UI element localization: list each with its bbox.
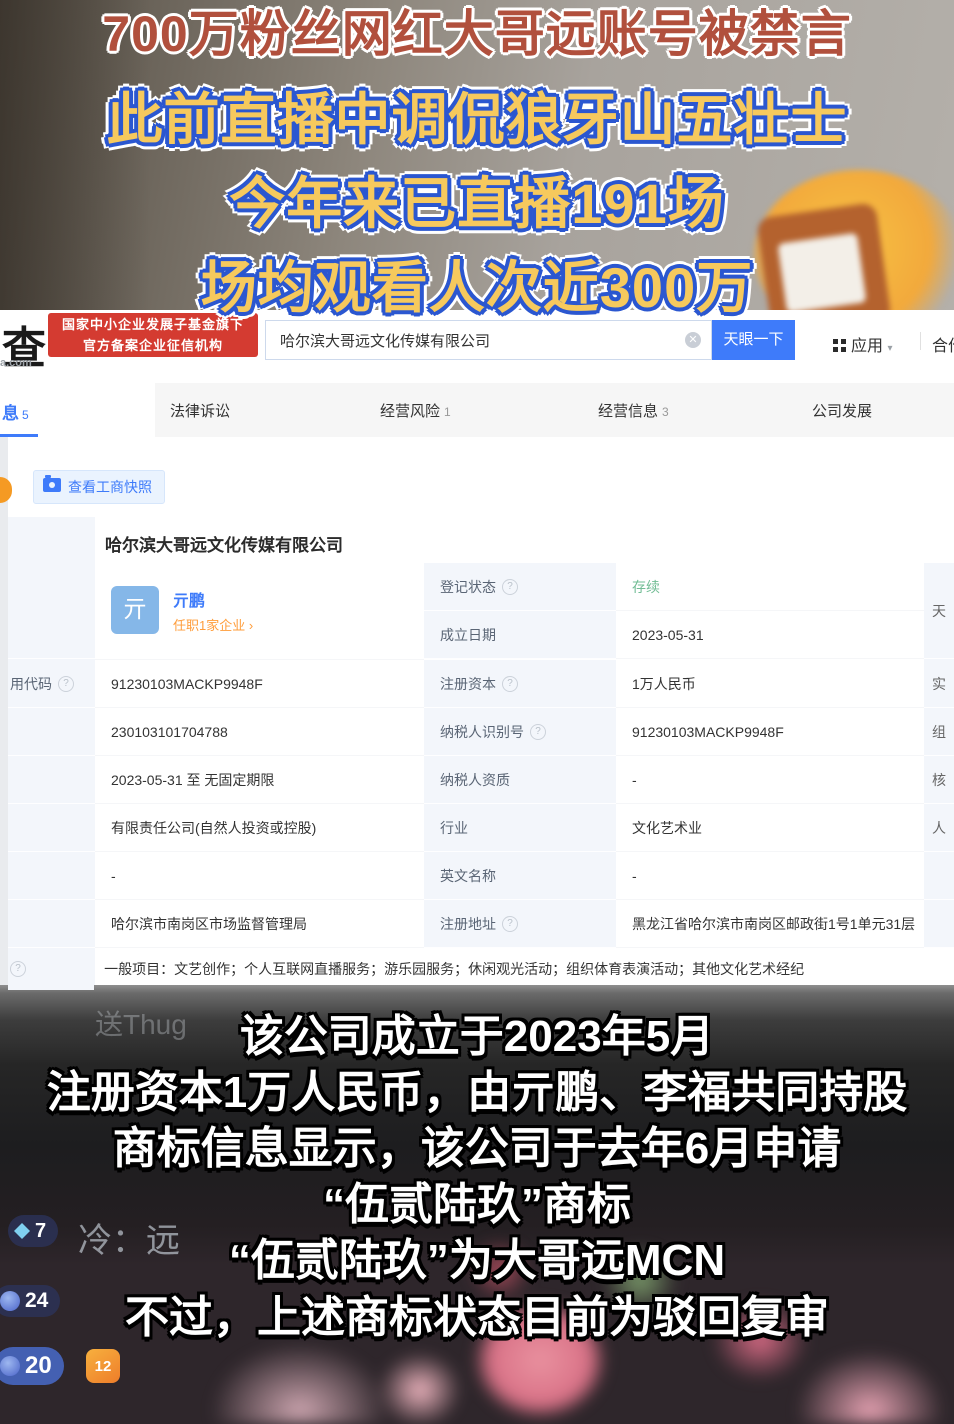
medal-icon: [0, 1356, 20, 1376]
taxpayer-qualification-label: 纳税人资质: [440, 770, 510, 790]
company-info-table: 亓 亓鹏 任职1家企业 › 登记状态? 成立日期 存续 2023-05-31 天: [8, 563, 954, 990]
legal-person-cell: 亓 亓鹏 任职1家企业 ›: [95, 563, 424, 660]
clear-search-icon[interactable]: ✕: [685, 332, 701, 348]
header-divider: [920, 332, 921, 350]
right-partial-label: 人: [924, 804, 954, 852]
tab-background-info-active[interactable]: 息5: [0, 383, 155, 437]
right-partial-label: 核: [924, 756, 954, 804]
headline-line2: 此前直播中调侃狼牙山五壮士: [0, 88, 954, 152]
taxpayer-id-value: 91230103MACKP9948F: [616, 708, 924, 756]
business-term-value: 2023-05-31 至 无固定期限: [95, 756, 424, 804]
industry-label: 行业: [440, 818, 468, 838]
registered-address-label: 注册地址: [440, 914, 496, 934]
partner-link[interactable]: 合作: [932, 332, 954, 356]
tab-active-count: 5: [22, 408, 29, 422]
table-row: 2023-05-31 至 无固定期限 纳税人资质 - 核: [8, 756, 954, 804]
monogram-chip: [0, 477, 12, 503]
snapshot-button-label: 查看工商快照: [68, 479, 152, 495]
right-partial-label: 天: [924, 563, 954, 659]
legal-person-companies-link[interactable]: 任职1家企业 ›: [173, 615, 253, 634]
chevron-down-icon: ▾: [887, 343, 892, 354]
help-icon[interactable]: ?: [502, 579, 518, 595]
establish-date-label: 成立日期: [440, 625, 496, 645]
help-icon[interactable]: ?: [502, 676, 518, 692]
bottom-caption-line6: 不过，上述商标状态目前为驳回复审: [0, 1281, 954, 1345]
tab-operating-info[interactable]: 经营信息3: [598, 400, 669, 421]
table-row: 哈尔滨市南岗区市场监督管理局 注册地址? 黑龙江省哈尔滨市南岗区邮政街1号1单元…: [8, 900, 954, 948]
company-tabbar: 息5 法律诉讼 经营风险1 经营信息3 公司发展: [0, 383, 954, 437]
tab-company-development[interactable]: 公司发展: [812, 400, 876, 421]
tab-operating-risk[interactable]: 经营风险1: [380, 400, 451, 421]
registered-capital-value: 1万人民币: [616, 660, 924, 708]
business-scope-row: ? 一般项目：文艺创作；个人互联网直播服务；游乐园服务；休闲观光活动；组织体育表…: [8, 948, 954, 990]
tianyancha-logo-domain: a.com: [0, 357, 32, 369]
certification-badge-line2: 官方备案企业征信机构: [48, 335, 258, 356]
scope-left-label: ?: [8, 948, 94, 990]
tab-legal-litigation[interactable]: 法律诉讼: [170, 400, 234, 421]
taxpayer-qualification-value: -: [616, 756, 924, 804]
bottom-caption-line3: 商标信息显示，该公司于去年6月申请: [0, 1112, 954, 1176]
table-row: 用代码? 91230103MACKP9948F 注册资本? 1万人民币 实: [8, 660, 954, 708]
tab-active-label: 息: [2, 404, 19, 423]
bottom-caption-line2: 注册资本1万人民币，由亓鹏、李福共同持股: [0, 1056, 954, 1120]
help-icon[interactable]: ?: [530, 724, 546, 740]
registration-authority-value: 哈尔滨市南岗区市场监督管理局: [95, 900, 424, 948]
company-info-panel: 哈尔滨大哥远文化传媒有限公司 亓 亓鹏 任职1家企业 › 登记状态? 成立日期: [8, 517, 954, 985]
status-badge: 存续: [632, 577, 660, 597]
former-name-value: -: [95, 852, 424, 900]
establish-date-value: 2023-05-31: [632, 627, 704, 643]
camera-icon: [43, 478, 61, 492]
legal-person-name[interactable]: 亓鹏: [173, 587, 205, 611]
avatar[interactable]: 亓: [111, 586, 159, 634]
gift-badge[interactable]: 12: [86, 1349, 120, 1383]
headline-line4: 场均观看人次近300万: [0, 256, 954, 320]
page-edge-strip: [0, 437, 8, 985]
apps-label: 应用: [851, 338, 883, 355]
business-snapshot-button[interactable]: 查看工商快照: [33, 470, 165, 504]
rank-badge-20: 20: [0, 1347, 64, 1385]
apps-grid-icon: [833, 339, 846, 352]
tianyancha-header: 查 a.com 国家中小企业发展子基金旗下 官方备案企业征信机构 ✕ 天眼一下 …: [0, 310, 954, 383]
status-date-values: 存续 2023-05-31: [616, 563, 924, 660]
english-name-label: 英文名称: [440, 866, 496, 886]
credit-code-partial-label: 用代码: [10, 674, 52, 694]
company-content: 查看工商快照 哈尔滨大哥远文化传媒有限公司 亓 亓鹏 任职1家企业 › 登记状态…: [0, 437, 954, 985]
credit-code-value: 91230103MACKP9948F: [95, 660, 424, 708]
right-partial-label: 实: [924, 660, 954, 708]
help-icon[interactable]: ?: [10, 961, 26, 977]
company-name-title: 哈尔滨大哥远文化传媒有限公司: [105, 531, 343, 556]
help-icon[interactable]: ?: [58, 676, 74, 692]
table-row: 有限责任公司(自然人投资或控股) 行业 文化艺术业 人: [8, 804, 954, 852]
table-row-legal-person: 亓 亓鹏 任职1家企业 › 登记状态? 成立日期 存续 2023-05-31 天: [8, 563, 954, 660]
company-type-value: 有限责任公司(自然人投资或控股): [95, 804, 424, 852]
english-name-value: -: [616, 852, 924, 900]
business-scope-value: 一般项目：文艺创作；个人互联网直播服务；游乐园服务；休闲观光活动；组织体育表演活…: [94, 959, 954, 979]
right-partial-label: 组: [924, 708, 954, 756]
search-button[interactable]: 天眼一下: [712, 320, 795, 360]
table-row: 230103101704788 纳税人识别号? 91230103MACKP994…: [8, 708, 954, 756]
search-box: ✕: [265, 320, 712, 360]
registration-status-label: 登记状态: [440, 577, 496, 597]
bottom-caption-line1: 该公司成立于2023年5月: [0, 1000, 954, 1064]
screenshot-stage: 700万粉丝网红大哥远账号被禁言 此前直播中调侃狼牙山五壮士 今年来已直播191…: [0, 0, 954, 1424]
business-reg-number-value: 230103101704788: [95, 708, 424, 756]
row-a-left-label: [8, 563, 95, 659]
bottom-caption-line4: “伍贰陆玖”商标: [0, 1168, 954, 1232]
registered-capital-label: 注册资本: [440, 674, 496, 694]
table-row: - 英文名称 -: [8, 852, 954, 900]
status-date-labels: 登记状态? 成立日期: [424, 563, 616, 660]
apps-menu[interactable]: 应用 ▾: [833, 332, 893, 352]
headline-line3: 今年来已直播191场: [0, 172, 954, 236]
help-icon[interactable]: ?: [502, 916, 518, 932]
registered-address-value: 黑龙江省哈尔滨市南岗区邮政街1号1单元31层: [616, 900, 924, 948]
taxpayer-id-label: 纳税人识别号: [440, 722, 524, 742]
headline-line1: 700万粉丝网红大哥远账号被禁言: [0, 6, 954, 64]
industry-value: 文化艺术业: [616, 804, 924, 852]
bottom-caption-line5: “伍贰陆玖”为大哥远MCN: [0, 1224, 954, 1288]
search-input[interactable]: [266, 321, 690, 359]
